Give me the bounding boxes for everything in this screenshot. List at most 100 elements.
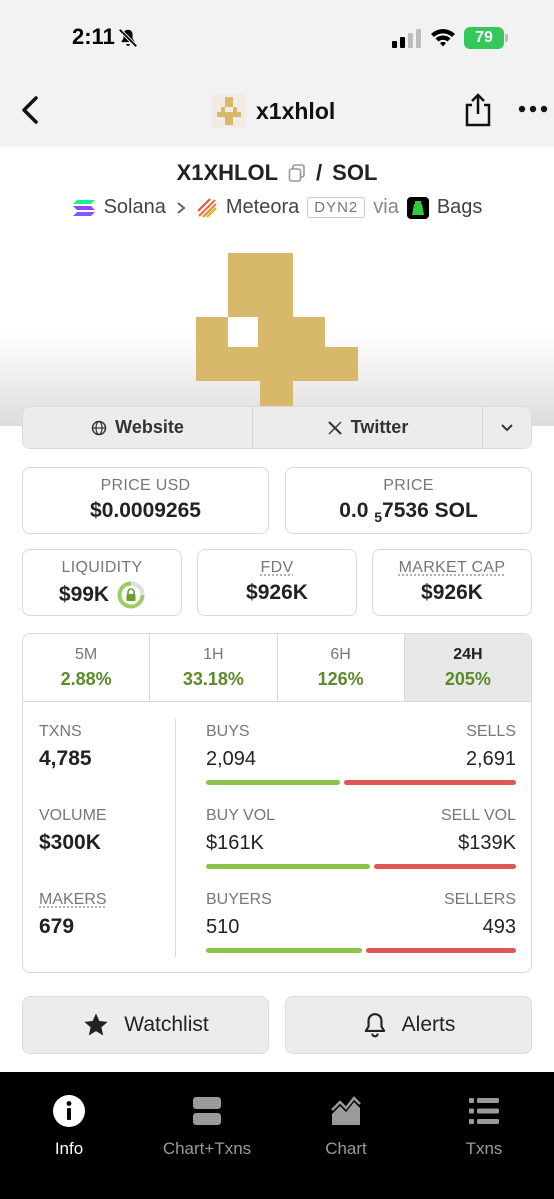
quote-symbol: SOL: [332, 160, 378, 185]
price-native-rest: 7536 SOL: [382, 499, 478, 522]
buys-sells-bar: [206, 780, 516, 785]
sell-vol-label: SELL VOL: [440, 807, 516, 824]
chain-dex-line: Solana Meteora DYN2 via Bags: [0, 196, 554, 219]
tab-1h-label: 1H: [203, 646, 224, 663]
sells-bar-fill: [343, 780, 516, 785]
makers-value: 679: [39, 915, 75, 938]
solana-logo-icon: [72, 199, 95, 216]
tab-txns[interactable]: Txns: [424, 1094, 544, 1159]
buy-vol-value: $161K: [206, 832, 264, 854]
more-options-icon[interactable]: [518, 104, 548, 114]
battery-tip: [505, 34, 508, 42]
battery-indicator: 79: [464, 27, 508, 49]
dex-name[interactable]: Meteora: [226, 196, 299, 219]
market-cap-box: MARKET CAP $926K: [372, 549, 532, 616]
buy-vol-label: BUY VOL: [206, 807, 276, 824]
tab-chart-txns[interactable]: Chart+Txns: [147, 1094, 267, 1159]
pair-separator: /: [316, 160, 323, 185]
launchpad-name[interactable]: Bags: [437, 196, 483, 219]
liquidity-value-row: $99K: [23, 581, 181, 609]
locked-liquidity-icon[interactable]: [117, 581, 145, 609]
bags-logo-icon: [406, 196, 429, 219]
txns-grid: TXNS 4,785 VOLUME $300K MAKERS 679 BUYS …: [23, 703, 531, 972]
tab-1h-change: 33.18%: [182, 669, 244, 689]
buys-value: 2,094: [206, 748, 257, 770]
market-cap-label[interactable]: MARKET CAP: [399, 559, 506, 576]
token-cross-banner-icon: [196, 253, 358, 426]
star-icon: [84, 1013, 108, 1036]
column-divider: [175, 719, 176, 957]
alerts-button[interactable]: Alerts: [285, 996, 532, 1054]
trading-stats-card: 5M 2.88% 1H 33.18% 6H 126% 24H 205% TXNS…: [22, 633, 532, 973]
watchlist-label: Watchlist: [124, 1013, 209, 1036]
tab-chart[interactable]: Chart: [286, 1094, 406, 1159]
copy-icon[interactable]: [288, 164, 306, 182]
buy-sell-volume-bar: [206, 864, 516, 869]
share-icon[interactable]: [462, 92, 494, 128]
volume-label: VOLUME: [39, 807, 107, 824]
list-icon: [469, 1098, 499, 1124]
txns-cell: TXNS 4,785: [39, 723, 92, 771]
sell-vol-value: $139K: [458, 832, 516, 854]
txns-label: TXNS: [39, 723, 82, 740]
cellular-signal-icon: [392, 29, 421, 48]
more-links-dropdown[interactable]: [483, 407, 531, 448]
volume-value: $300K: [39, 831, 101, 854]
tab-5m[interactable]: 5M 2.88%: [23, 634, 151, 701]
liquidity-value: $99K: [58, 583, 110, 606]
sells-label: SELLS: [466, 723, 516, 740]
price-usd-value: $0.0009265: [90, 499, 201, 522]
social-links-bar: Website Twitter: [22, 406, 532, 449]
tab-1h[interactable]: 1H 33.18%: [150, 634, 278, 701]
tab-5m-change: 2.88%: [60, 669, 112, 689]
status-bar: 2:11 79: [0, 0, 554, 72]
alerts-label: Alerts: [401, 1013, 456, 1036]
fdv-label[interactable]: FDV: [261, 559, 294, 576]
watchlist-button[interactable]: Watchlist: [22, 996, 269, 1054]
volume-cell: VOLUME $300K: [39, 807, 107, 855]
tab-info[interactable]: Info: [9, 1094, 129, 1159]
dex-version-badge: DYN2: [307, 197, 366, 218]
buyers-value: 510: [206, 916, 240, 938]
sellers-bar-fill: [365, 948, 516, 953]
buys-bar-fill: [206, 780, 340, 785]
info-icon: [53, 1095, 85, 1127]
fdv-value: $926K: [246, 581, 308, 604]
price-native-prefix: 0.0: [339, 499, 369, 522]
buyers-sellers-cell: BUYERS SELLERS 510 493: [206, 891, 516, 953]
x-logo-icon: [327, 420, 342, 435]
status-time: 2:11: [72, 24, 115, 49]
bell-icon: [364, 1013, 385, 1038]
area-chart-icon: [331, 1096, 361, 1125]
twitter-button[interactable]: Twitter: [253, 407, 483, 448]
tab-24h[interactable]: 24H 205%: [404, 634, 531, 701]
bottom-tab-bar: Info Chart+Txns Chart Txns: [0, 1072, 554, 1199]
tab-6h-change: 126%: [317, 669, 364, 689]
makers-label[interactable]: MAKERS: [39, 891, 107, 908]
liquidity-box: LIQUIDITY $99K: [22, 549, 182, 616]
chevron-down-icon: [501, 423, 513, 431]
globe-icon: [91, 420, 107, 435]
back-chevron-icon[interactable]: [18, 94, 46, 126]
tab-txns-label: Txns: [465, 1139, 503, 1158]
via-label: via: [373, 196, 399, 218]
tab-6h[interactable]: 6H 126%: [278, 634, 405, 701]
tab-24h-label: 24H: [453, 646, 483, 663]
bell-muted-icon: [118, 28, 138, 48]
battery-level: 79: [464, 27, 504, 49]
token-cross-logo-icon: [217, 97, 241, 125]
price-native-subscript: 5: [374, 509, 383, 525]
website-button[interactable]: Website: [23, 407, 253, 448]
tab-chart-label: Chart: [325, 1139, 367, 1158]
market-cap-value: $926K: [421, 581, 483, 604]
split-panel-icon: [193, 1097, 221, 1125]
buys-label: BUYS: [206, 723, 250, 740]
price-native-box: PRICE 0.0 57536 SOL: [285, 467, 532, 534]
sells-value: 2,691: [465, 748, 516, 770]
tab-chart-txns-label: Chart+Txns: [162, 1139, 252, 1158]
nav-bar: x1xhlol: [0, 80, 554, 140]
chain-name[interactable]: Solana: [104, 196, 166, 219]
sell-vol-bar-fill: [374, 864, 516, 869]
token-logo: [212, 94, 246, 128]
website-label: Website: [115, 417, 184, 437]
